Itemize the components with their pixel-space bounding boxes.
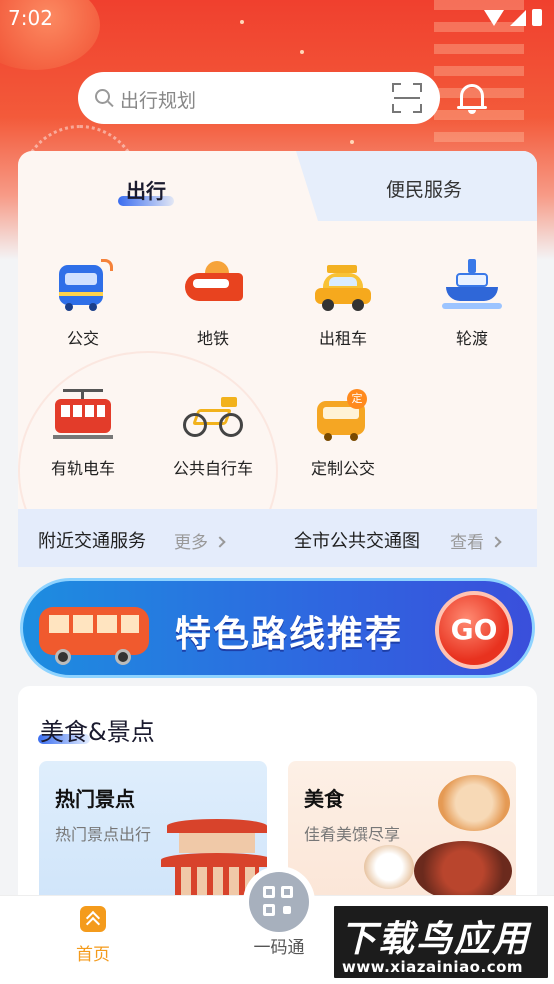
sparkle — [350, 140, 354, 144]
transit-map-view-link[interactable]: 查看 — [450, 528, 502, 553]
status-icons — [484, 9, 542, 26]
nearby-more-link[interactable]: 更多 — [174, 528, 226, 553]
ferry-icon — [442, 259, 502, 311]
watermark-logo: 下载鸟应用 www.xiazainiao.com — [332, 904, 550, 980]
search-placeholder: 出行规划 — [120, 90, 197, 112]
home-icon — [80, 906, 106, 932]
tab-convenience[interactable]: 便民服务 — [296, 151, 537, 221]
card-title: 热门景点 — [55, 787, 135, 811]
more-link-label: 更多 — [174, 533, 208, 553]
info-bar: 附近交通服务 更多 全市公共交通图 查看 — [18, 509, 537, 567]
subway-icon — [183, 259, 243, 311]
nav-home[interactable]: 首页 — [62, 906, 124, 965]
service-bicycle[interactable]: 公共自行车 — [158, 389, 268, 479]
scenic-spots-card[interactable]: 热门景点 热门景点出行 — [39, 761, 267, 911]
battery-icon — [532, 9, 542, 26]
nav-qr-button[interactable] — [243, 866, 315, 938]
go-button[interactable]: GO — [435, 591, 513, 669]
status-bar: 7:02 — [0, 0, 554, 38]
bus-icon — [53, 259, 113, 311]
custom-bus-badge: 定 — [347, 389, 367, 409]
custom-bus-icon: 定 — [313, 389, 373, 441]
service-label: 出租车 — [318, 329, 367, 348]
view-link-label: 查看 — [450, 533, 484, 553]
tab-travel-label: 出行 — [126, 179, 166, 203]
service-label: 公共自行车 — [172, 459, 253, 478]
service-label: 轮渡 — [455, 329, 488, 348]
bus-illustration-icon — [35, 601, 155, 665]
nav-qr-label[interactable]: 一码通 — [248, 933, 310, 958]
taxi-icon — [313, 259, 373, 311]
banner-title: 特色路线推荐 — [175, 614, 404, 655]
service-label: 定制公交 — [310, 459, 375, 478]
nearby-transport-label: 附近交通服务 — [38, 531, 146, 552]
service-bus[interactable]: 公交 — [28, 259, 138, 349]
service-taxi[interactable]: 出租车 — [288, 259, 398, 349]
wifi-icon — [484, 9, 504, 26]
bicycle-icon — [183, 389, 243, 441]
service-custom-bus[interactable]: 定 定制公交 — [288, 389, 398, 479]
nav-home-label: 首页 — [76, 945, 110, 965]
search-icon — [95, 89, 110, 104]
service-subway[interactable]: 地铁 — [158, 259, 268, 349]
dish-icon — [364, 845, 414, 889]
dish-icon — [414, 841, 512, 901]
tab-travel[interactable]: 出行 — [18, 151, 288, 221]
tram-icon — [53, 389, 113, 441]
service-ferry[interactable]: 轮渡 — [417, 259, 527, 349]
card-subtitle: 热门景点出行 — [55, 825, 152, 844]
card-title: 美食 — [304, 787, 344, 811]
tab-convenience-label: 便民服务 — [386, 179, 463, 201]
food-card[interactable]: 美食 佳肴美馔尽享 — [288, 761, 516, 911]
status-time: 7:02 — [8, 6, 53, 30]
service-label: 有轨电车 — [50, 459, 115, 478]
signal-icon — [510, 9, 526, 26]
search-input[interactable]: 出行规划 — [78, 72, 440, 124]
city-transit-map-label: 全市公共交通图 — [294, 531, 420, 552]
service-label: 地铁 — [196, 329, 229, 348]
featured-routes-banner[interactable]: 特色路线推荐 GO — [20, 578, 535, 678]
dumplings-icon — [438, 775, 510, 831]
service-label: 公交 — [66, 329, 99, 348]
section-title: 美食&景点 — [40, 718, 155, 746]
watermark-url: www.xiazainiao.com — [342, 958, 524, 976]
scan-icon[interactable] — [392, 83, 422, 113]
chevron-right-icon — [214, 536, 226, 548]
card-subtitle: 佳肴美馔尽享 — [304, 825, 401, 844]
services-card: 出行 便民服务 公交 地铁 出租车 轮渡 有轨电车 公共自行车 定 定制公交 — [18, 151, 537, 567]
watermark-text: 下载鸟应用 — [340, 919, 531, 960]
chevron-right-icon — [490, 536, 502, 548]
sparkle — [300, 50, 304, 54]
bell-icon[interactable] — [457, 80, 487, 114]
service-tram[interactable]: 有轨电车 — [28, 389, 138, 479]
qr-code-icon — [249, 872, 309, 932]
